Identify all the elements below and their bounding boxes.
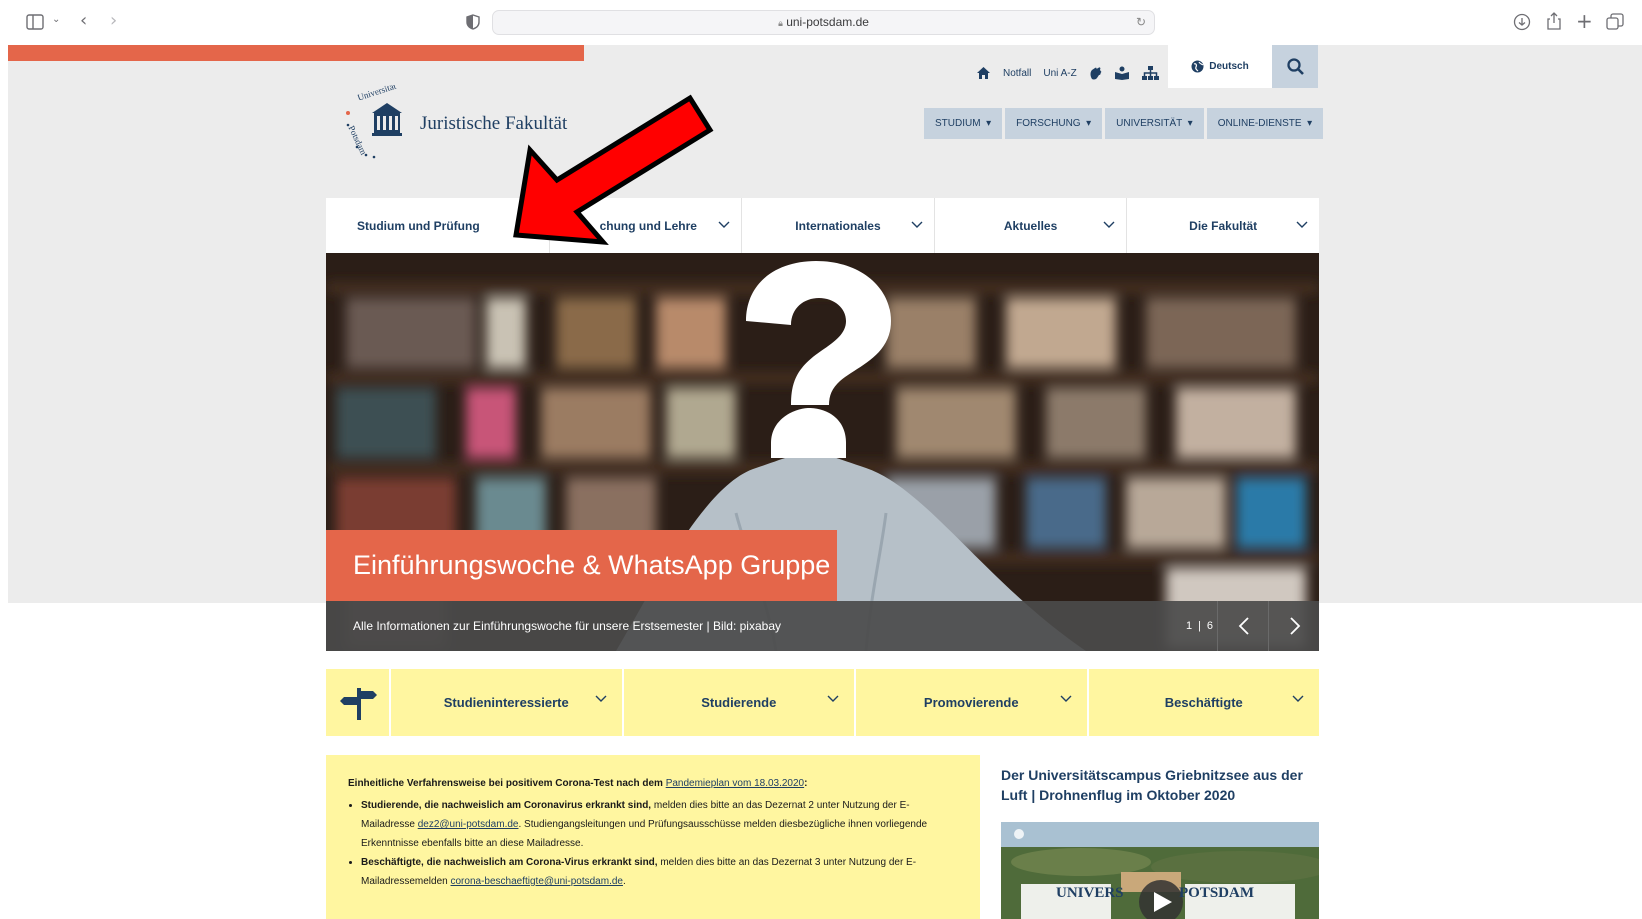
pandemieplan-link[interactable]: Pandemieplan vom 18.03.2020 <box>666 778 804 789</box>
facnav-die-fakultaet[interactable]: Die Fakultät <box>1127 198 1319 253</box>
browser-toolbar: ⌄ ‹ › 🔒︎ uni-potsdam.de ↻ + <box>0 0 1642 45</box>
hero-caption: Alle Informationen zur Einführungswoche … <box>353 619 781 633</box>
slide-current: 1 <box>1185 620 1193 632</box>
forward-icon[interactable]: › <box>110 10 117 31</box>
svg-text:Potsdam: Potsdam <box>346 124 368 156</box>
slider-prev-button[interactable] <box>1217 601 1269 651</box>
faculty-logo[interactable]: Universität Potsdam Juristische Fakultät <box>340 81 600 165</box>
hero-caption-bar: Alle Informationen zur Einführungswoche … <box>326 601 1319 651</box>
sidebar-toggle-icon[interactable] <box>26 14 44 30</box>
target-promovierende[interactable]: Promovierende <box>856 669 1087 736</box>
video-overlay-left: UNIVERS <box>1056 885 1124 901</box>
campus-aerial-thumbnail <box>1001 822 1319 919</box>
mainnav-studium[interactable]: STUDIUM ▾ <box>924 108 1003 139</box>
chevron-down-icon <box>1296 221 1308 228</box>
faculty-navigation: Studium und Prüfung chung und Lehre Inte… <box>326 198 1319 253</box>
chevron-down-icon <box>1292 695 1304 702</box>
chevron-down-icon <box>1103 221 1115 228</box>
sitemap-icon[interactable] <box>1141 66 1159 80</box>
target-beschaeftigte[interactable]: Beschäftigte <box>1088 669 1319 736</box>
notice-heading: Einheitliche Verfahrensweise bei positiv… <box>348 778 808 789</box>
language-label: Deutsch <box>1209 61 1249 72</box>
share-icon[interactable] <box>1546 11 1562 31</box>
chevron-down-icon <box>911 221 923 228</box>
privacy-shield-icon[interactable] <box>466 14 480 30</box>
facnav-internationales[interactable]: Internationales <box>742 198 935 253</box>
web-page: Notfall Uni A-Z Deutsch STUDIUM ▾ FORSCH… <box>8 45 1642 919</box>
svg-text:Universität: Universität <box>356 85 398 103</box>
facnav-forschung-und-lehre[interactable]: chung und Lehre <box>550 198 743 253</box>
hero-title[interactable]: Einführungswoche & WhatsApp Gruppe <box>326 530 837 601</box>
slider-next-button[interactable] <box>1268 601 1320 651</box>
sign-language-icon[interactable] <box>1089 66 1102 80</box>
home-icon[interactable] <box>976 66 991 80</box>
university-seal-icon: Universität Potsdam <box>346 81 402 159</box>
target-studieninteressierte[interactable]: Studieninteressierte <box>391 669 622 736</box>
lock-icon: 🔒︎ <box>778 18 783 28</box>
dez2-email-link[interactable]: dez2@uni-potsdam.de <box>418 819 519 830</box>
chevron-left-icon <box>1238 617 1249 635</box>
corona-email-link[interactable]: corona-beschaeftigte@uni-potsdam.de <box>451 876 623 887</box>
facnav-aktuelles[interactable]: Aktuelles <box>935 198 1128 253</box>
chevron-down-icon <box>827 695 839 702</box>
download-icon[interactable] <box>1513 13 1531 31</box>
reload-icon[interactable]: ↻ <box>1136 11 1146 34</box>
chevron-down-icon <box>1060 695 1071 702</box>
facnav-studium-und-pruefung[interactable]: Studium und Prüfung <box>326 198 550 253</box>
chevron-right-icon <box>1289 617 1300 635</box>
search-icon <box>1286 58 1304 75</box>
chevron-down-icon <box>718 221 730 228</box>
video-title[interactable]: Der Universitätscampus Griebnitzsee aus … <box>1001 765 1319 805</box>
chevron-down-icon <box>526 221 538 228</box>
mainnav-universitaet[interactable]: UNIVERSITÄT ▾ <box>1105 108 1204 139</box>
back-icon[interactable]: ‹ <box>80 10 87 31</box>
search-button[interactable] <box>1272 45 1318 88</box>
globe-icon <box>1191 60 1204 73</box>
campus-video-player[interactable]: UNIVERS POTSDAM <box>1001 822 1319 919</box>
notfall-link[interactable]: Notfall <box>1003 68 1031 79</box>
campus-video-teaser: Der Universitätscampus Griebnitzsee aus … <box>1001 765 1319 805</box>
mainnav-forschung[interactable]: FORSCHUNG ▾ <box>1005 108 1103 139</box>
faculty-name: Juristische Fakultät <box>420 113 568 134</box>
url-text: uni-potsdam.de <box>786 15 869 29</box>
chevron-down-icon <box>595 695 606 702</box>
address-bar[interactable]: 🔒︎ uni-potsdam.de ↻ <box>492 10 1155 35</box>
service-links: Notfall Uni A-Z <box>976 55 1159 91</box>
notice-item-students: Studierende, die nachweislich am Coronav… <box>361 796 960 853</box>
signpost-icon <box>326 669 389 736</box>
target-group-navigation: Studieninteressierte Studierende Promovi… <box>326 669 1319 736</box>
easy-language-icon[interactable] <box>1114 66 1130 80</box>
chevron-down-icon[interactable]: ⌄ <box>52 14 60 25</box>
tabs-overview-icon[interactable] <box>1606 13 1624 31</box>
uni-a-z-link[interactable]: Uni A-Z <box>1043 68 1076 79</box>
slide-separator: | <box>1198 620 1201 632</box>
video-overlay-right: POTSDAM <box>1179 885 1254 901</box>
language-switch[interactable]: Deutsch <box>1168 45 1272 88</box>
slide-total: 6 <box>1206 620 1214 632</box>
accent-bar <box>8 45 584 61</box>
notice-item-staff: Beschäftigte, die nachweislich am Corona… <box>361 853 960 891</box>
corona-notice: Einheitliche Verfahrensweise bei positiv… <box>326 755 980 919</box>
mainnav-online-dienste[interactable]: ONLINE-DIENSTE ▾ <box>1206 108 1324 139</box>
main-navigation: STUDIUM ▾ FORSCHUNG ▾ UNIVERSITÄT ▾ ONLI… <box>924 108 1324 139</box>
new-tab-icon[interactable]: + <box>1576 9 1593 33</box>
target-studierende[interactable]: Studierende <box>623 669 854 736</box>
